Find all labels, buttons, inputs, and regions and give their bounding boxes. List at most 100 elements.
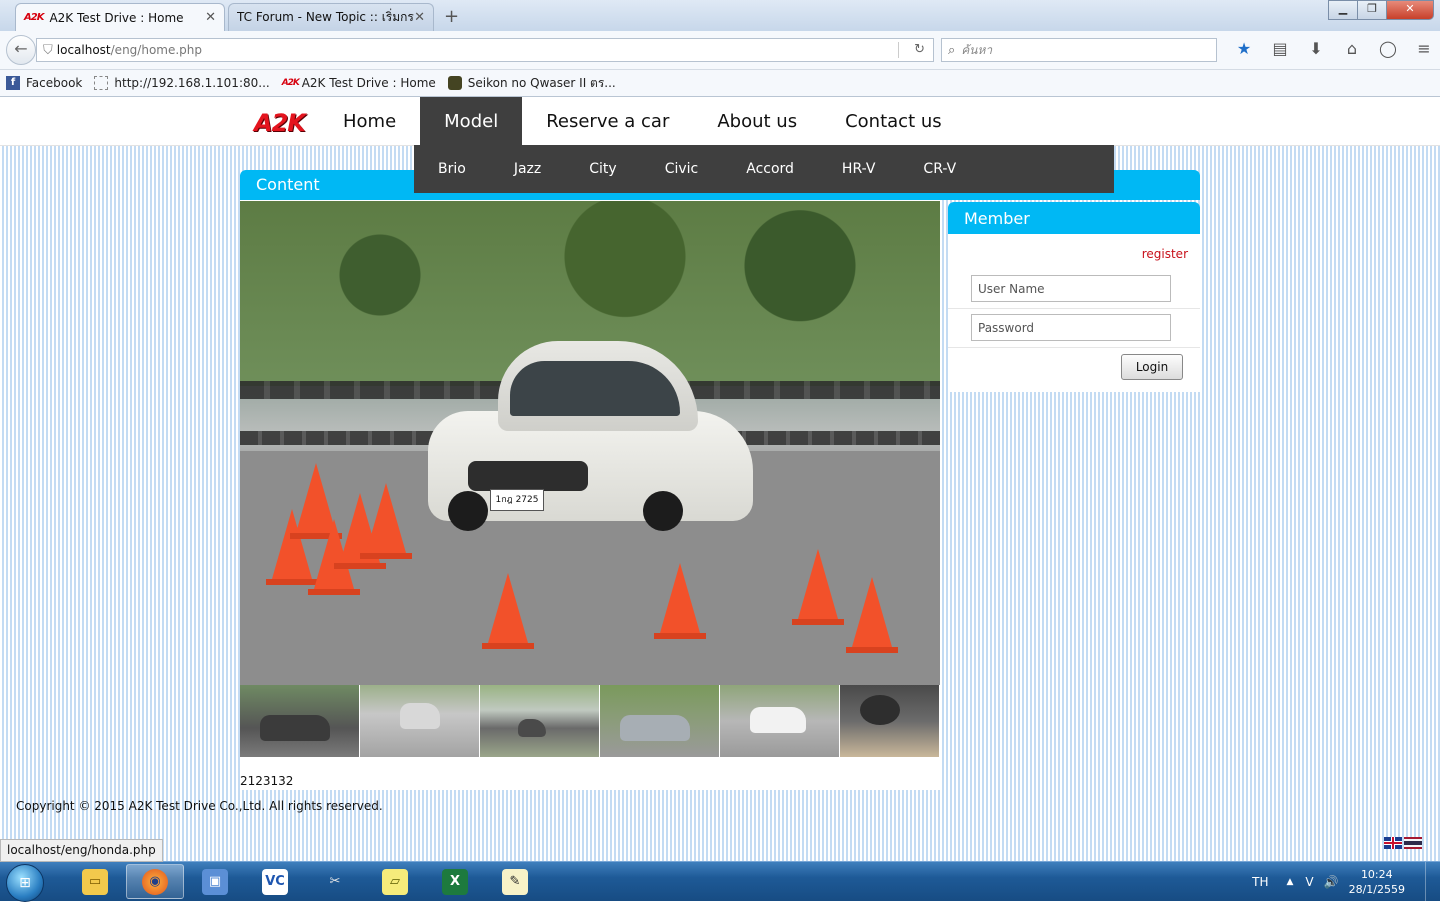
login-button[interactable]: Login	[1121, 354, 1183, 380]
reload-icon[interactable]: ↻	[914, 42, 925, 57]
folder-icon: ▭	[82, 868, 108, 895]
tab-close-icon[interactable]: ✕	[414, 10, 425, 25]
blank-page-icon	[94, 76, 109, 90]
submenu-cr-v[interactable]: CR-V	[899, 161, 980, 177]
vc-icon: VC	[262, 868, 288, 895]
facebook-icon: f	[6, 76, 20, 90]
car-windshield	[510, 361, 680, 416]
password-input[interactable]	[971, 314, 1171, 341]
thumbnail-steering	[860, 695, 900, 725]
bookmark-label: Seikon no Qwaser II ตร...	[467, 75, 616, 90]
car-wheel	[643, 491, 683, 531]
thumbnail[interactable]	[240, 685, 360, 757]
bookmark-facebook[interactable]: f Facebook	[6, 76, 82, 90]
status-bar-url: localhost/eng/honda.php	[0, 839, 163, 862]
taskbar-snipping[interactable]: ✂	[306, 864, 364, 899]
car-grille	[468, 461, 588, 491]
taskbar-excel[interactable]: X	[426, 864, 484, 899]
main-slideshow-photo: 1กฎ 2725	[240, 201, 940, 685]
taskbar-notepad[interactable]: ✎	[486, 864, 544, 899]
submenu-hr-v[interactable]: HR-V	[818, 161, 900, 177]
english-flag-icon[interactable]	[1384, 837, 1402, 849]
traffic-cone	[482, 573, 534, 649]
back-button[interactable]: ←	[6, 35, 36, 65]
reading-list-icon[interactable]: ▤	[1262, 39, 1298, 58]
car-plate: 1กฎ 2725	[490, 489, 544, 511]
site-logo[interactable]: A2K	[254, 109, 306, 137]
start-button[interactable]: ⊞	[6, 864, 44, 902]
thumbnail[interactable]	[360, 685, 480, 757]
search-icon: ⌕	[948, 42, 956, 58]
clock[interactable]: 10:24 28/1/2559	[1349, 867, 1405, 897]
taskbar-apps: ▭ ◉ ▣ VC ✂ ▱ X ✎	[66, 864, 546, 899]
show-hidden-icons[interactable]: ▲	[1287, 877, 1294, 887]
home-icon[interactable]: ⌂	[1334, 39, 1370, 58]
submenu-civic[interactable]: Civic	[641, 161, 723, 177]
tab-tc-forum[interactable]: TC Forum - New Topic :: เริ่มกระ... ✕	[228, 3, 434, 31]
tab-close-icon[interactable]: ✕	[205, 10, 216, 25]
bookmark-local-ip[interactable]: http://192.168.1.101:80...	[94, 76, 270, 90]
tab-a2k-home[interactable]: A2K A2K Test Drive : Home ✕	[15, 3, 225, 31]
username-input[interactable]	[971, 275, 1171, 302]
divider	[948, 308, 1200, 309]
system-tray: TH ▲ V 🔊 10:24 28/1/2559	[1252, 862, 1440, 901]
thumbnail[interactable]	[840, 685, 940, 757]
menu-home[interactable]: Home	[319, 97, 420, 145]
submenu-jazz[interactable]: Jazz	[490, 161, 565, 177]
download-icon[interactable]: ⬇	[1298, 39, 1334, 58]
volume-icon[interactable]: 🔊	[1324, 875, 1339, 889]
menu-about-us[interactable]: About us	[693, 97, 821, 145]
back-arrow-icon: ←	[14, 39, 28, 58]
taskbar-firefox[interactable]: ◉	[126, 864, 184, 899]
url-host: localhost	[56, 43, 111, 57]
menu-model[interactable]: Model	[420, 97, 523, 145]
copyright-text: Copyright © 2015 A2K Test Drive Co.,Ltd.…	[16, 799, 383, 813]
thumbnail[interactable]	[480, 685, 600, 757]
url-divider	[898, 42, 899, 58]
language-flags	[1384, 837, 1424, 849]
thai-flag-icon[interactable]	[1404, 837, 1422, 849]
bookmarks-bar: f Facebook http://192.168.1.101:80... A2…	[0, 70, 1440, 97]
thumbnail-car	[518, 719, 546, 737]
page-viewport: A2K Home Model Reserve a car About us Co…	[0, 97, 1440, 861]
menu-contact-us[interactable]: Contact us	[821, 97, 966, 145]
taskbar-explorer[interactable]: ▭	[66, 864, 124, 899]
thumbnail[interactable]	[720, 685, 840, 757]
traffic-cone	[654, 563, 706, 639]
vc-tray-icon[interactable]: V	[1305, 875, 1313, 889]
network-icon: ▣	[202, 868, 228, 895]
anime-icon	[447, 76, 462, 90]
search-box[interactable]: ⌕ ค้นหา	[941, 38, 1217, 62]
windows-logo-icon: ⊞	[19, 875, 31, 891]
taskbar-vc[interactable]: VC	[246, 864, 304, 899]
maximize-button[interactable]: ❐	[1357, 0, 1387, 20]
thumbnail-car	[620, 715, 690, 741]
thumbnail-car	[750, 707, 806, 733]
bookmark-a2k[interactable]: A2K A2K Test Drive : Home	[282, 76, 436, 90]
close-window-button[interactable]: ✕	[1386, 0, 1434, 20]
excel-icon: X	[442, 868, 468, 895]
thumbnail[interactable]	[600, 685, 720, 757]
new-tab-button[interactable]: +	[444, 6, 459, 27]
taskbar-sticky-notes[interactable]: ▱	[366, 864, 424, 899]
chat-icon[interactable]: ◯	[1370, 39, 1406, 58]
submenu-brio[interactable]: Brio	[414, 161, 490, 177]
minimize-button[interactable]: ▁	[1328, 0, 1358, 20]
show-desktop-button[interactable]	[1425, 862, 1440, 901]
submenu-accord[interactable]: Accord	[722, 161, 818, 177]
language-indicator[interactable]: TH	[1252, 875, 1268, 889]
menu-reserve-a-car[interactable]: Reserve a car	[522, 97, 693, 145]
site-header: A2K Home Model Reserve a car About us Co…	[0, 97, 1440, 146]
bookmark-seikon[interactable]: Seikon no Qwaser II ตร...	[447, 74, 616, 93]
register-link[interactable]: register	[1142, 247, 1188, 261]
member-title: Member	[964, 209, 1030, 228]
submenu-city[interactable]: City	[565, 161, 640, 177]
bookmark-star-icon[interactable]: ★	[1226, 39, 1262, 58]
main-menu: Home Model Reserve a car About us Contac…	[319, 97, 966, 145]
menu-icon[interactable]: ≡	[1406, 39, 1440, 58]
a2k-icon: A2K	[281, 78, 300, 88]
url-bar[interactable]: ⛉ localhost/eng/home.php ↻	[36, 38, 934, 62]
site-identity-icon[interactable]: ⛉	[43, 43, 53, 58]
bookmark-label: A2K Test Drive : Home	[301, 76, 436, 90]
taskbar-network[interactable]: ▣	[186, 864, 244, 899]
